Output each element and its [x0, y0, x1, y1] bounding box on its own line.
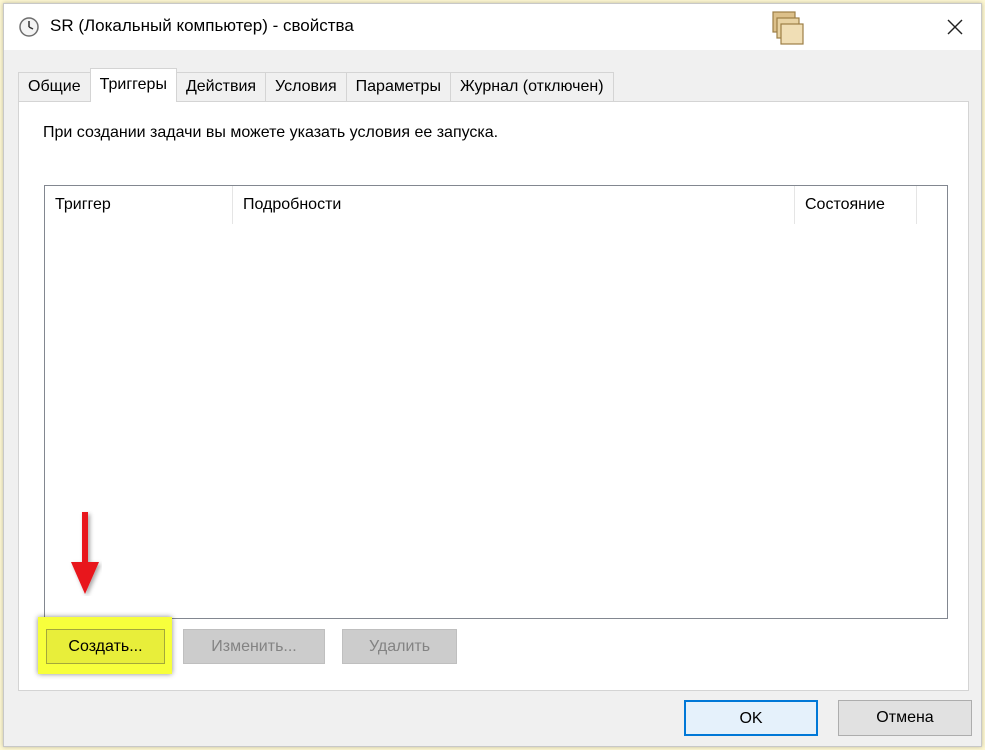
title-bar: SR (Локальный компьютер) - свойства: [4, 4, 981, 50]
tab-triggers[interactable]: Триггеры: [89, 68, 177, 102]
tab-conditions[interactable]: Условия: [265, 72, 347, 102]
red-arrow-annotation: [71, 512, 99, 594]
column-header-trigger[interactable]: Триггер: [45, 186, 233, 224]
tab-settings[interactable]: Параметры: [345, 72, 451, 102]
triggers-panel: При создании задачи вы можете указать ус…: [18, 101, 969, 691]
tab-history[interactable]: Журнал (отключен): [449, 72, 614, 102]
edit-button[interactable]: Изменить...: [183, 629, 325, 664]
clock-icon: [19, 17, 39, 37]
ok-button[interactable]: OK: [684, 700, 818, 736]
tab-strip: Общие Триггеры Действия Условия Параметр…: [18, 68, 614, 102]
close-button[interactable]: [937, 12, 973, 42]
delete-button[interactable]: Удалить: [342, 629, 457, 664]
intro-text: При создании задачи вы можете указать ус…: [43, 124, 499, 141]
column-header-details[interactable]: Подробности: [233, 186, 795, 224]
column-header-status[interactable]: Состояние: [795, 186, 917, 224]
create-button[interactable]: Создать...: [46, 629, 165, 664]
close-icon: [947, 19, 963, 35]
window-title: SR (Локальный компьютер) - свойства: [50, 16, 354, 35]
triggers-table[interactable]: Триггер Подробности Состояние: [44, 185, 948, 619]
stack-icon: [772, 11, 804, 45]
tab-actions[interactable]: Действия: [175, 72, 267, 102]
properties-dialog: SR (Локальный компьютер) - свойства Общи…: [3, 3, 982, 747]
tab-general[interactable]: Общие: [18, 72, 91, 102]
cancel-button[interactable]: Отмена: [838, 700, 972, 736]
table-header: Триггер Подробности Состояние: [45, 186, 947, 224]
